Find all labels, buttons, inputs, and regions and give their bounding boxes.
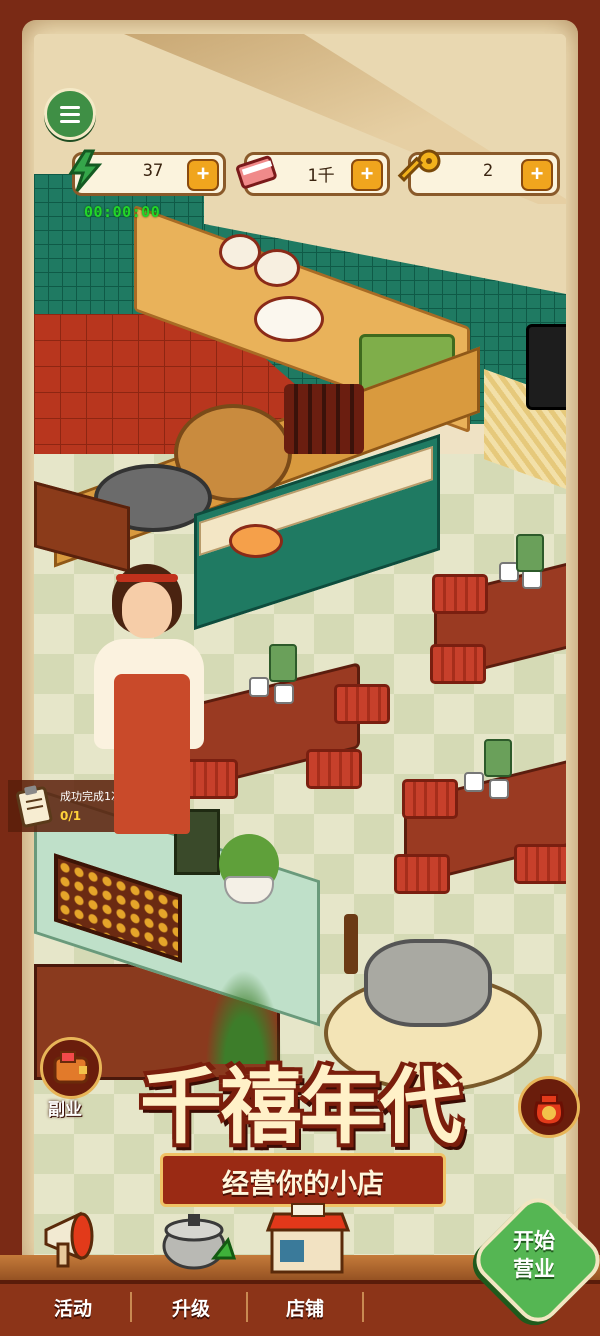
stone-mill[interactable] (364, 939, 492, 1027)
teacup (489, 779, 509, 799)
stool[interactable] (432, 574, 488, 614)
television[interactable] (526, 324, 566, 410)
energy-value: 37 (142, 161, 164, 181)
chili-bowl (254, 249, 300, 287)
lightning-icon (68, 149, 103, 192)
clipboard-icon (16, 785, 53, 828)
menu-button[interactable] (44, 88, 96, 140)
session-timer: 00:00:00 (84, 203, 161, 221)
nav-divider (246, 1292, 248, 1322)
apron-front (114, 674, 190, 834)
shop-stall-icon[interactable] (262, 1196, 354, 1280)
start-business-label[interactable]: 开始 营业 (488, 1227, 580, 1283)
stool[interactable] (182, 759, 238, 799)
chopstick-holder (516, 534, 544, 572)
flour-bowl (254, 296, 324, 342)
pressure-cooker-upgrade-icon[interactable] (150, 1196, 244, 1280)
chopstick-holder (484, 739, 512, 777)
key-icon (397, 149, 441, 182)
headband (116, 574, 178, 582)
nav-activity-label[interactable]: 活动 (54, 1294, 92, 1321)
quest-progress: 0/1 (60, 809, 82, 823)
key-value: 2 (482, 161, 494, 181)
energy-counter: 37 + (68, 149, 226, 196)
nav-shop-label[interactable]: 店铺 (286, 1294, 324, 1321)
add-energy-button[interactable]: + (187, 159, 219, 191)
key-counter: 2 + (397, 149, 560, 196)
start-business-line2: 营业 (513, 1257, 555, 1281)
nav-divider (362, 1292, 364, 1322)
game-title: 千禧年代 (139, 1059, 462, 1155)
teacup (464, 772, 484, 792)
nav-upgrade-label[interactable]: 升级 (172, 1294, 210, 1321)
add-money-button[interactable]: + (351, 159, 383, 191)
face (122, 582, 172, 638)
stone-mill-handle (344, 914, 358, 974)
start-business-line1: 开始 (513, 1229, 555, 1253)
stool[interactable] (514, 844, 566, 884)
teacup (274, 684, 294, 704)
nav-divider (130, 1292, 132, 1322)
money-counter: 1千 + (236, 152, 390, 196)
add-key-button[interactable]: + (521, 159, 553, 191)
megaphone-icon[interactable] (36, 1196, 120, 1280)
hamburger-icon (60, 112, 80, 116)
stool[interactable] (402, 779, 458, 819)
condiment-bottles (284, 384, 364, 454)
chopstick-holder (269, 644, 297, 682)
teacup (249, 677, 269, 697)
stool[interactable] (306, 749, 362, 789)
stool[interactable] (394, 854, 450, 894)
stool[interactable] (334, 684, 390, 724)
cash-bundle-icon (236, 155, 277, 189)
teacup (522, 569, 542, 589)
money-value: 1千 (307, 166, 335, 186)
stool[interactable] (430, 644, 486, 684)
game-screen: 37 + 1千 + 2 + 00:00:00 成功完成1次营业 0/1 副业 千… (0, 0, 600, 1336)
soup-bowl (229, 524, 283, 558)
